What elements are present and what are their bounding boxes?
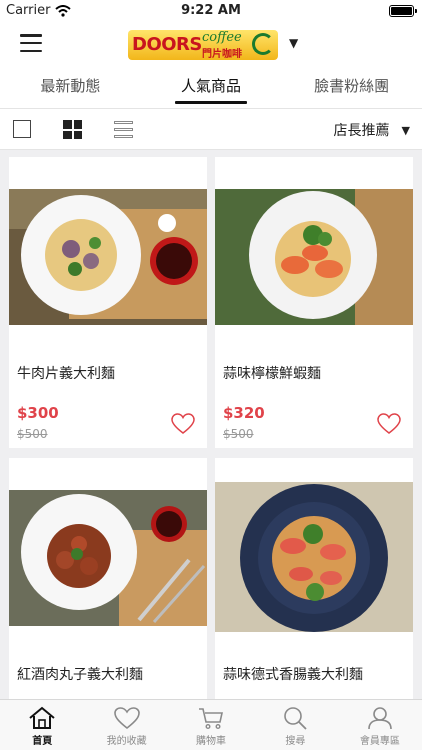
active-tab-indicator (174, 101, 248, 104)
content-tabs: 最新動態 人氣商品 臉書粉絲團 (0, 66, 422, 108)
product-name: 蒜味德式香腸義大利麵 (223, 667, 363, 683)
tabbar-cart[interactable]: 購物車 (169, 700, 253, 750)
view-toolbar: 店長推薦 ▼ (0, 108, 422, 150)
sort-dropdown[interactable]: 店長推薦 ▼ (334, 120, 410, 140)
bottom-tab-bar: 首頁 我的收藏 購物車 搜尋 會員專區 (0, 699, 422, 750)
tabbar-label: 首頁 (32, 736, 53, 747)
product-card[interactable]: 蒜味檸檬鮮蝦麵 $320 $500 (215, 157, 413, 448)
product-image (9, 490, 207, 626)
product-name: 蒜味檸檬鮮蝦麵 (223, 366, 321, 382)
tab-facebook-fans[interactable]: 臉書粉絲團 (281, 66, 422, 108)
tabbar-label: 會員專區 (359, 736, 400, 747)
product-image (215, 189, 413, 325)
battery-icon (389, 5, 417, 17)
chevron-down-icon: ▼ (401, 123, 410, 137)
logo-chinese: 門片咖啡 (202, 49, 242, 60)
chevron-down-icon[interactable]: ▼ (289, 36, 298, 50)
product-price: $300 (17, 404, 59, 422)
search-icon (284, 707, 308, 730)
product-image (215, 482, 413, 632)
single-view-icon[interactable] (13, 120, 31, 138)
tabbar-home[interactable]: 首頁 (0, 700, 84, 750)
tab-popular-products[interactable]: 人氣商品 (141, 66, 282, 108)
tab-label: 人氣商品 (181, 77, 242, 95)
tab-news[interactable]: 最新動態 (0, 66, 141, 108)
product-image (9, 189, 207, 325)
grid-view-icon[interactable] (63, 120, 82, 139)
cart-icon (199, 708, 224, 730)
tab-label: 最新動態 (40, 77, 101, 95)
menu-icon[interactable] (20, 34, 42, 52)
product-name: 紅酒肉丸子義大利麵 (17, 667, 143, 683)
tabbar-member[interactable]: 會員專區 (338, 700, 422, 750)
navigation-bar: DOORS coffee 門片咖啡 ▼ (0, 22, 422, 66)
product-original-price: $500 (17, 427, 48, 441)
tabbar-label: 購物車 (196, 736, 227, 747)
tabbar-favorites[interactable]: 我的收藏 (84, 700, 168, 750)
favorite-heart-icon[interactable] (377, 413, 401, 435)
product-price: $320 (223, 404, 265, 422)
favorite-heart-icon[interactable] (171, 413, 195, 435)
logo-text: DOORS (132, 34, 202, 55)
tabbar-search[interactable]: 搜尋 (253, 700, 337, 750)
sort-label: 店長推薦 (333, 123, 390, 139)
product-original-price: $500 (223, 427, 254, 441)
product-card[interactable]: 牛肉片義大利麵 $300 $500 (9, 157, 207, 448)
logo-cup-icon (252, 33, 274, 55)
home-icon (29, 706, 55, 729)
brand-logo[interactable]: DOORS coffee 門片咖啡 (128, 30, 278, 60)
clock: 9:22 AM (181, 3, 241, 18)
heart-icon (113, 707, 140, 730)
user-icon (368, 707, 392, 730)
list-view-icon[interactable] (114, 121, 133, 138)
status-bar: Carrier 9:22 AM (0, 0, 422, 22)
tabbar-label: 搜尋 (285, 736, 306, 747)
logo-coffee: coffee (202, 30, 242, 45)
product-name: 牛肉片義大利麵 (17, 366, 115, 382)
tab-label: 臉書粉絲團 (314, 77, 390, 95)
tabbar-label: 我的收藏 (106, 736, 147, 747)
